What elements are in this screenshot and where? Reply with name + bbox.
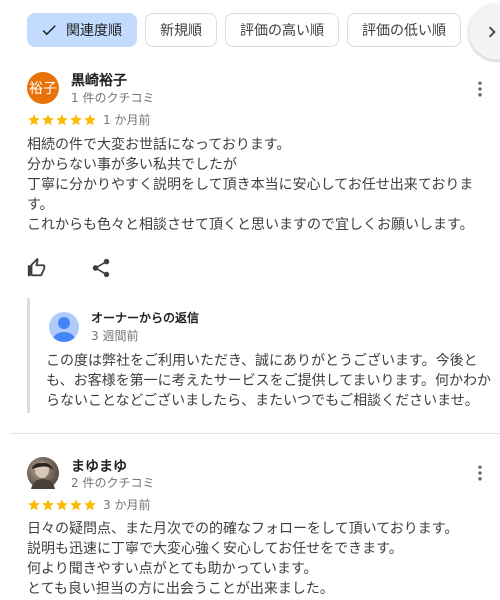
star-icon (70, 113, 82, 125)
star-icon (28, 498, 40, 510)
reviewer-review-count: 2 件のクチコミ (71, 476, 155, 490)
star-icon (84, 498, 96, 510)
star-icon (42, 498, 54, 510)
more-options-icon[interactable] (470, 79, 490, 99)
sort-chip-highest[interactable]: 評価の高い順 (225, 13, 339, 47)
rating-line: 1 か月前 (27, 111, 150, 128)
review-date: 1 か月前 (103, 113, 151, 127)
star-icon (42, 113, 54, 125)
reviewer-avatar[interactable] (27, 457, 59, 489)
scroll-right-button[interactable] (469, 4, 500, 60)
more-options-icon[interactable] (470, 463, 490, 483)
star-rating (27, 113, 97, 127)
sort-chip-label: 関連度順 (66, 23, 122, 39)
reviewer-name[interactable]: まゆまゆ (71, 456, 127, 476)
owner-avatar (49, 312, 79, 342)
owner-reply-title: オーナーからの返信 (91, 311, 200, 325)
reviewer-review-count: 1 件のクチコミ (71, 91, 155, 105)
star-icon (56, 498, 68, 510)
sort-chip-label: 評価の低い順 (362, 23, 446, 39)
owner-reply: オーナーからの返信 3 週間前 この度は弊社をご利用いただき、誠にありがとうござ… (27, 298, 500, 413)
review-text: 相続の件で大変お世話になっております。 分からない事が多い私共でしたが 丁寧に分… (27, 137, 474, 233)
review-divider (11, 433, 500, 434)
chevron-right-icon (488, 26, 496, 38)
sort-chip-lowest[interactable]: 評価の低い順 (347, 13, 461, 47)
owner-reply-time: 3 週間前 (91, 329, 139, 343)
person-icon (52, 317, 76, 342)
star-icon (70, 498, 82, 510)
star-icon (56, 113, 68, 125)
review-text: 日々の疑問点、また月次での的確なフォローをして頂いております。 説明も迅速に丁寧… (27, 521, 459, 597)
reviewer-name[interactable]: 黒崎裕子 (71, 70, 127, 90)
review-date: 3 か月前 (103, 498, 151, 512)
rating-line: 3 か月前 (27, 496, 150, 513)
sort-chip-label: 評価の高い順 (240, 23, 324, 39)
like-icon[interactable] (26, 257, 48, 279)
check-icon (42, 25, 56, 36)
star-icon (28, 113, 40, 125)
sort-chip-label: 新規順 (160, 23, 202, 39)
star-rating (27, 498, 97, 512)
owner-reply-text: この度は弊社をご利用いただき、誠にありがとうございます。今後とも、お客様を第一に… (46, 353, 492, 409)
avatar-initials: 裕子 (29, 81, 57, 97)
sort-chip-newest[interactable]: 新規順 (145, 13, 217, 47)
sort-chips: 関連度順 新規順 評価の高い順 評価の低い順 (27, 13, 461, 49)
reviewer-avatar[interactable]: 裕子 (27, 72, 59, 104)
star-icon (84, 113, 96, 125)
share-icon[interactable] (90, 257, 112, 279)
sort-chip-relevance[interactable]: 関連度順 (27, 13, 137, 47)
avatar-photo (31, 462, 55, 489)
